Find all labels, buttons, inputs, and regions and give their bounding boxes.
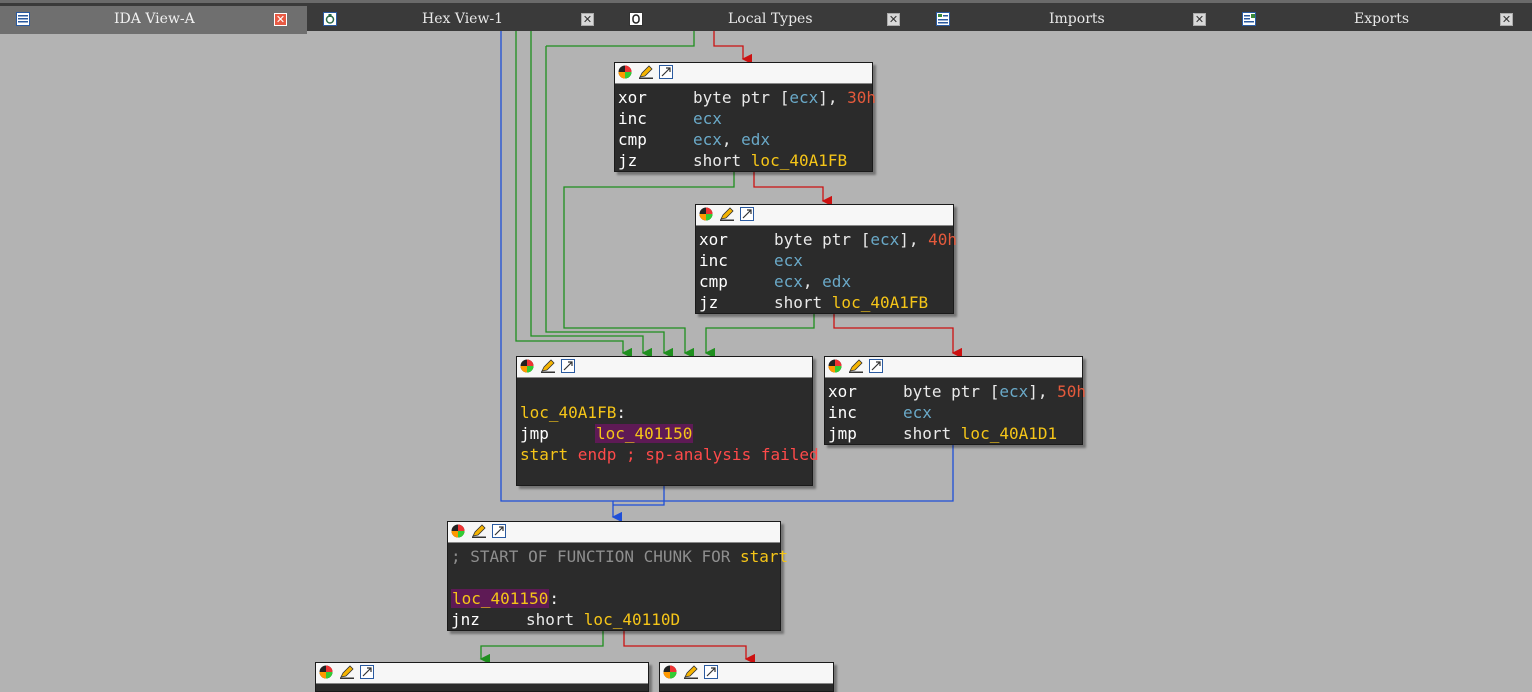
close-tab-ida-view-a-button[interactable]: ✕ <box>274 13 287 26</box>
asm-line[interactable]: jz short loc_40A1FB <box>618 150 872 171</box>
zoom-graph-icon[interactable] <box>659 65 673 79</box>
zoom-graph-icon[interactable] <box>869 359 883 373</box>
rename-pencil-icon[interactable] <box>541 359 555 373</box>
jump-target-label[interactable]: loc_40110D <box>584 610 680 629</box>
zoom-graph-icon[interactable] <box>704 665 718 679</box>
tab-label: Imports <box>1049 11 1105 27</box>
close-tab-exports-button[interactable]: ✕ <box>1500 13 1513 26</box>
block-title-bar <box>316 663 648 684</box>
tab-bar: IDA View-A ✕ Hex View-1 ✕ Local Types ✕ … <box>0 0 1532 34</box>
imports-icon <box>936 12 950 26</box>
code-block[interactable]: xor byte ptr [ecx], 30h inc ecx cmp ecx, ed… <box>614 62 876 172</box>
edge-false <box>833 314 963 359</box>
edge-jump <box>613 486 665 506</box>
tab-label: IDA View-A <box>114 11 195 27</box>
edge-false <box>623 631 756 665</box>
edge-true <box>704 314 815 359</box>
jump-target-label[interactable]: loc_401150 <box>595 424 694 443</box>
color-wheel-icon[interactable] <box>451 524 465 538</box>
asm-line[interactable]: xor byte ptr [ecx], 40h <box>699 229 957 250</box>
edge-false <box>713 31 753 65</box>
jump-target-label[interactable]: loc_40A1FB <box>751 151 847 170</box>
asm-line[interactable]: cmp ecx, edx <box>699 271 953 292</box>
rename-pencil-icon[interactable] <box>472 524 486 538</box>
close-tab-hex-view-1-button[interactable]: ✕ <box>581 13 594 26</box>
color-wheel-icon[interactable] <box>319 665 333 679</box>
block-title-bar <box>517 357 812 378</box>
rename-pencil-icon[interactable] <box>849 359 863 373</box>
code-block[interactable] <box>659 662 834 692</box>
asm-line[interactable]: inc ecx <box>828 402 1082 423</box>
zoom-graph-icon[interactable] <box>492 524 506 538</box>
close-tab-imports-button[interactable]: ✕ <box>1193 13 1206 26</box>
block-title-bar <box>825 357 1082 378</box>
code-block[interactable]: ; START OF FUNCTION CHUNK FOR start loc_… <box>447 521 788 631</box>
code-block[interactable]: xor byte ptr [ecx], 50h inc ecx jmp short l… <box>824 356 1086 445</box>
asm-line[interactable]: inc ecx <box>699 250 953 271</box>
tab-imports[interactable]: Imports ✕ <box>920 6 1226 34</box>
code-block[interactable]: loc_40A1FB: jmp loc_401150 start endp ; s… <box>516 356 819 486</box>
asm-line[interactable]: cmp ecx, edx <box>618 129 872 150</box>
asm-line[interactable]: jz short loc_40A1FB <box>699 292 953 313</box>
code-block[interactable] <box>315 662 649 692</box>
tab-label: Hex View-1 <box>422 11 504 27</box>
jump-target-label[interactable]: loc_40A1FB <box>832 293 928 312</box>
jump-target-label[interactable]: loc_40A1D1 <box>961 424 1057 443</box>
block-title-bar <box>696 205 953 226</box>
color-wheel-icon[interactable] <box>828 359 842 373</box>
local-types-icon <box>629 12 643 26</box>
color-wheel-icon[interactable] <box>663 665 677 679</box>
block-title-bar <box>660 663 833 684</box>
rename-pencil-icon[interactable] <box>720 207 734 221</box>
rename-pencil-icon[interactable] <box>639 65 653 79</box>
block-title-bar <box>448 522 780 543</box>
asm-line[interactable]: start endp ; sp-analysis failed <box>520 444 819 465</box>
asm-line[interactable]: xor byte ptr [ecx], 50h <box>828 381 1086 402</box>
code-block[interactable]: xor byte ptr [ecx], 40h inc ecx cmp ecx, ed… <box>695 204 957 314</box>
tab-exports[interactable]: Exports ✕ <box>1226 6 1532 34</box>
rename-pencil-icon[interactable] <box>340 665 354 679</box>
asm-line[interactable]: loc_401150: <box>451 588 780 609</box>
color-wheel-icon[interactable] <box>618 65 632 79</box>
zoom-graph-icon[interactable] <box>740 207 754 221</box>
tab-label: Local Types <box>728 11 813 27</box>
asm-line[interactable]: jnz short loc_40110D <box>451 609 780 630</box>
exports-icon <box>1242 12 1256 26</box>
edge-true <box>479 631 604 665</box>
location-label[interactable]: loc_40A1FB <box>520 403 616 422</box>
block-title-bar <box>615 63 872 84</box>
asm-comment-line[interactable]: ; START OF FUNCTION CHUNK FOR start <box>451 546 788 567</box>
asm-blank-line <box>451 567 780 588</box>
zoom-graph-icon[interactable] <box>561 359 575 373</box>
asm-line[interactable]: inc ecx <box>618 108 872 129</box>
location-label[interactable]: loc_401150 <box>451 589 550 608</box>
color-wheel-icon[interactable] <box>699 207 713 221</box>
tab-label: Exports <box>1354 11 1410 27</box>
edge-true <box>515 31 633 359</box>
ida-view-icon <box>16 12 30 26</box>
close-tab-local-types-button[interactable]: ✕ <box>887 13 900 26</box>
rename-pencil-icon[interactable] <box>684 665 698 679</box>
hex-view-icon <box>323 12 337 26</box>
asm-blank-line <box>520 381 812 402</box>
tab-hex-view-1[interactable]: Hex View-1 ✕ <box>307 6 613 34</box>
edge-true <box>546 31 695 47</box>
asm-line[interactable]: loc_40A1FB: <box>520 402 812 423</box>
asm-line[interactable]: xor byte ptr [ecx], 30h <box>618 87 876 108</box>
zoom-graph-icon[interactable] <box>360 665 374 679</box>
tab-ida-view-a[interactable]: IDA View-A ✕ <box>0 6 307 34</box>
asm-line[interactable]: jmp loc_401150 <box>520 423 812 444</box>
asm-line[interactable]: jmp short loc_40A1D1 <box>828 423 1082 444</box>
color-wheel-icon[interactable] <box>520 359 534 373</box>
tab-local-types[interactable]: Local Types ✕ <box>613 6 920 34</box>
edge-false <box>753 172 833 207</box>
